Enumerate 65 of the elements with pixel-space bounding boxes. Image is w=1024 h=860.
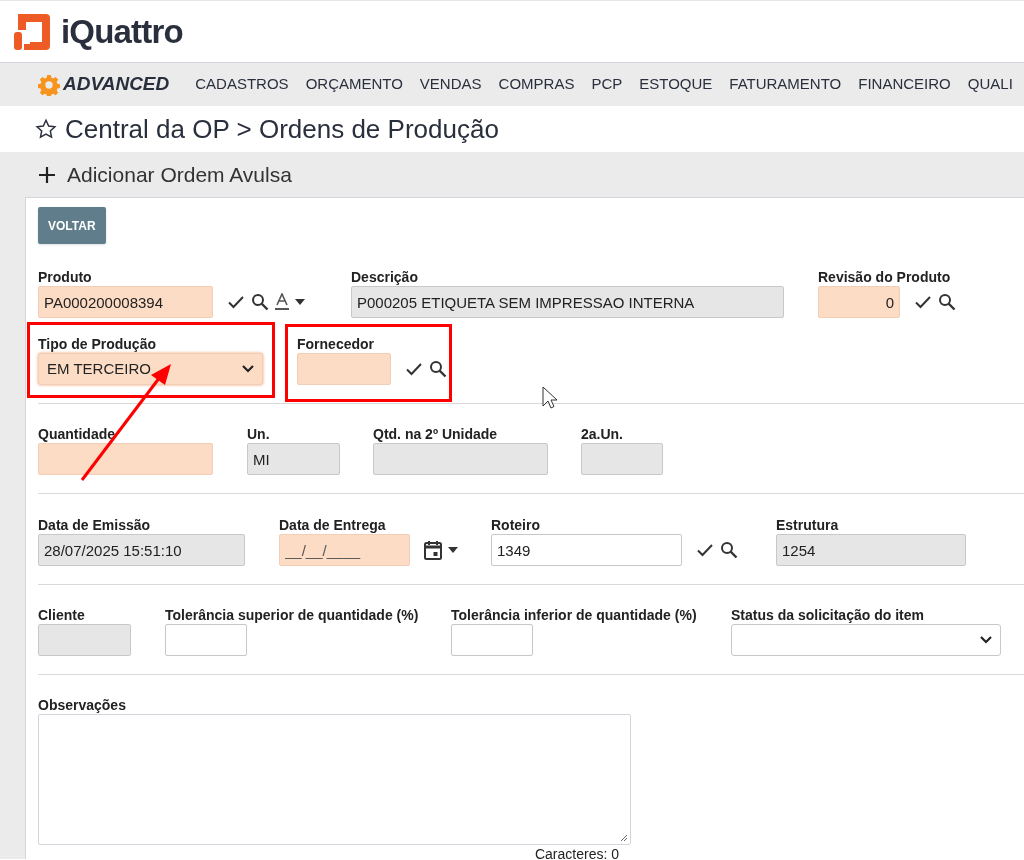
field-label: Observações (38, 697, 127, 714)
text-input[interactable] (165, 624, 247, 656)
field-label: Status da solicitação do item (731, 607, 925, 624)
nav-menu-item[interactable]: FINANCEIRO (858, 73, 951, 96)
field-label: Produto (38, 269, 93, 286)
text-input[interactable]: 1254 (776, 534, 966, 566)
calendar-icon[interactable] (424, 540, 442, 560)
search-icon[interactable] (938, 293, 956, 311)
field-label: Roteiro (491, 517, 541, 534)
search-icon[interactable] (251, 293, 269, 311)
gear-icon (38, 73, 60, 96)
character-counter: Caracteres: 0 (534, 845, 619, 859)
star-icon[interactable] (35, 118, 57, 140)
field-label: Tolerância superior de quantidade (%) (165, 607, 420, 624)
nav-menu-item[interactable]: FATURAMENTO (729, 73, 842, 96)
caret-icon[interactable] (295, 299, 305, 305)
text-color-icon[interactable] (275, 293, 289, 311)
logo-icon (12, 11, 52, 52)
plus-icon[interactable] (37, 164, 57, 185)
field-label: Estrutura (776, 517, 840, 534)
nav-menu-item[interactable]: QUALI (967, 73, 1013, 96)
text-input[interactable]: 28/07/2025 15:51:10 (38, 534, 245, 566)
field-label: Fornecedor (297, 336, 375, 353)
text-input[interactable] (38, 443, 213, 475)
field-label: Tipo de Produção (38, 336, 157, 353)
text-input[interactable] (373, 443, 548, 475)
search-icon[interactable] (720, 541, 738, 559)
resize-handle-icon (620, 834, 628, 842)
field-label: Revisão do Produto (818, 269, 952, 286)
text-input[interactable]: MI (247, 443, 340, 475)
field-label: Cliente (38, 607, 86, 624)
field-label: Descrição (351, 269, 419, 286)
nav-menu-item[interactable]: PCP (591, 73, 623, 96)
text-input[interactable] (451, 624, 533, 656)
nav-menu-item[interactable]: ORÇAMENTO (305, 73, 403, 96)
mouse-cursor-icon (542, 386, 558, 410)
field-label: Tolerância inferior de quantidade (%) (451, 607, 698, 624)
nav-menu-item[interactable]: VENDAS (419, 73, 482, 96)
logo-text: iQuattro (61, 11, 183, 52)
nav-menu-item[interactable]: COMPRAS (498, 73, 575, 96)
field-label: Quantidade (38, 426, 116, 443)
back-button[interactable]: VOLTAR (38, 207, 106, 244)
chevron-down-icon (980, 636, 992, 644)
caret-icon[interactable] (448, 547, 458, 553)
add-order-link[interactable]: Adicionar Ordem Avulsa (67, 158, 292, 191)
field-label: Data de Emissão (38, 517, 152, 534)
nav-menu-item[interactable]: CADASTROS (195, 73, 289, 96)
dropdown-select[interactable]: EM TERCEIRO (38, 353, 263, 385)
text-input[interactable]: PA000200008394 (38, 286, 213, 318)
text-input[interactable]: P000205 ETIQUETA SEM IMPRESSAO INTERNA (351, 286, 784, 318)
field-label: 2a.Un. (581, 426, 624, 443)
text-input[interactable]: 0 (818, 286, 900, 318)
text-input[interactable] (38, 624, 131, 656)
nav-menu-item[interactable]: ESTOQUE (639, 73, 713, 96)
brand-text: ADVANCED (63, 72, 170, 97)
chevron-down-icon (242, 365, 254, 373)
date-input[interactable]: __/__/____ (279, 534, 410, 566)
text-input[interactable]: 1349 (491, 534, 682, 566)
field-label: Data de Entrega (279, 517, 387, 534)
text-input[interactable] (581, 443, 663, 475)
text-input[interactable] (297, 353, 391, 385)
field-label: Qtd. na 2º Unidade (373, 426, 499, 443)
page-title: Central da OP > Ordens de Produção (65, 112, 499, 146)
field-label: Un. (247, 426, 271, 443)
search-icon[interactable] (429, 360, 447, 378)
